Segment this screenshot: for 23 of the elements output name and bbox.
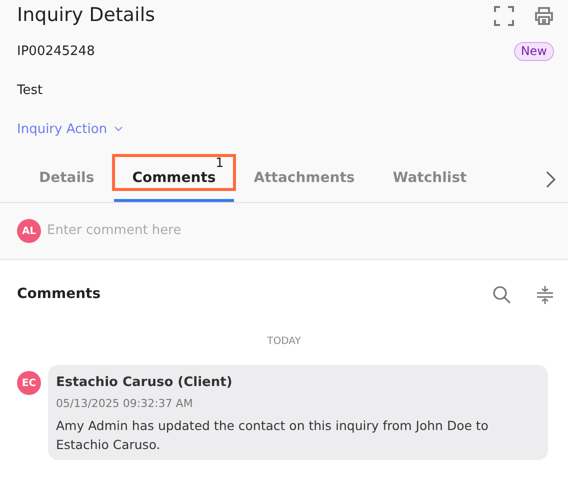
comment-author: Estachio Caruso (Client) [56,374,234,392]
search-icon[interactable] [492,284,512,304]
comment-timestamp: 05/13/2025 09:32:37 AM [56,396,194,412]
comment-input-field[interactable]: Enter comment here [47,221,447,241]
date-divider: TODAY [267,336,301,347]
tab[interactable]: Attachments [236,157,373,199]
inquiry-action-dropdown[interactable]: Inquiry Action [17,120,124,139]
chevron-right-icon[interactable] [546,171,556,188]
author-avatar: EC [17,371,41,395]
inquiry-subject: Test [17,82,43,98]
print-icon[interactable] [534,6,554,26]
comment-count: 1 [215,157,224,170]
section-title: Comments [17,285,101,304]
fullscreen-icon[interactable] [494,6,514,26]
tab[interactable]: Watchlist [374,157,485,199]
page-title: Inquiry Details [17,6,155,25]
tab[interactable]: Details [21,157,112,199]
inquiry-id: IP00245248 [17,43,95,61]
user-avatar: AL [17,219,41,243]
chevron-down-icon [114,126,124,132]
comment-text: Amy Admin has updated the contact on this inquiry from John Doe to Estachio Caruso. [56,417,490,454]
status-badge: New [514,42,554,62]
collapse-icon[interactable] [536,284,554,304]
